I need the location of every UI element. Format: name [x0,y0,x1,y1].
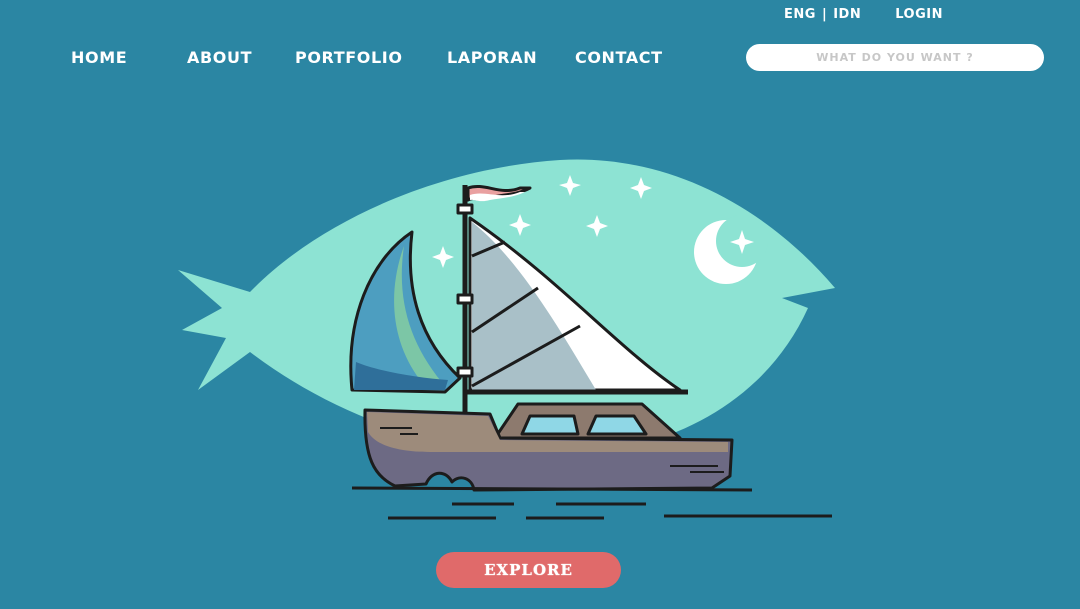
hero-illustration [178,159,835,520]
explore-button[interactable]: EXPLORE [436,552,621,588]
